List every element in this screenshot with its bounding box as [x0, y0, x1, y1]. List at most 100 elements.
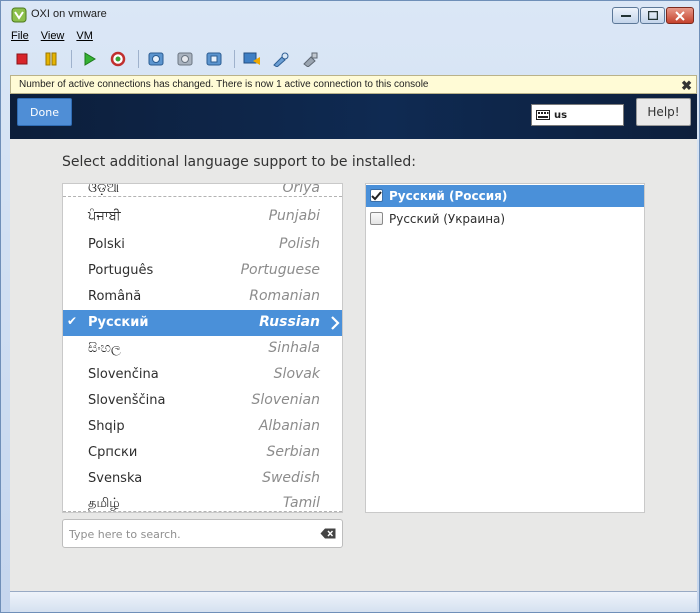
checkmark-icon: [371, 190, 382, 200]
window-title: OXI on vmware: [31, 8, 107, 20]
chevron-right-icon: [331, 316, 340, 330]
keyboard-layout-indicator[interactable]: us: [531, 104, 624, 126]
language-search-box[interactable]: [62, 519, 343, 548]
reset-button[interactable]: [107, 48, 129, 70]
pause-button[interactable]: [40, 48, 62, 70]
revert-snapshot-icon: [177, 52, 193, 66]
menu-bar: File View VM: [9, 28, 95, 46]
language-english-name: Sinhala: [268, 340, 320, 356]
language-native-name: Română: [88, 289, 142, 304]
stop-button[interactable]: [11, 48, 33, 70]
language-native-name: ਪੰਜਾਬੀ: [88, 209, 121, 224]
guest-console-screen[interactable]: Done us Help! Select additional language…: [10, 94, 697, 591]
stop-icon: [16, 53, 28, 65]
locale-checkbox[interactable]: [370, 212, 383, 225]
list-item[interactable]: தமிழ் Tamil: [63, 491, 342, 512]
maximize-icon: [647, 11, 658, 20]
minimize-button[interactable]: [612, 7, 639, 24]
menu-file[interactable]: File: [9, 28, 31, 46]
language-native-name: Русский: [88, 315, 149, 330]
language-english-name: Slovenian: [251, 392, 320, 408]
check-icon: ✔: [67, 314, 78, 328]
language-english-name: Swedish: [262, 470, 320, 486]
connection-notice: Number of active connections has changed…: [10, 75, 697, 94]
language-native-name: Português: [88, 263, 154, 278]
locale-label: Русский (Россия): [389, 189, 508, 203]
list-item[interactable]: Svenska Swedish: [63, 466, 342, 492]
vmware-app-icon: [11, 7, 27, 23]
search-input[interactable]: [69, 525, 309, 543]
minimize-icon: [620, 14, 631, 17]
snapshot-icon: [148, 52, 164, 66]
language-english-name: Romanian: [249, 288, 320, 304]
menu-vm[interactable]: VM: [74, 28, 95, 46]
installer-header: Done us Help!: [10, 94, 697, 139]
play-button[interactable]: [78, 48, 100, 70]
tools-icon: [273, 52, 289, 67]
clear-search-icon[interactable]: [320, 528, 336, 539]
language-english-name: Albanian: [258, 418, 320, 434]
list-item[interactable]: Português Portuguese: [63, 258, 342, 284]
list-item[interactable]: Shqip Albanian: [63, 414, 342, 440]
close-icon: [675, 10, 685, 21]
language-native-name: Polski: [88, 237, 125, 252]
language-english-name: Polish: [279, 236, 320, 252]
list-item[interactable]: Polski Polish: [63, 232, 342, 258]
locale-checkbox[interactable]: [370, 189, 383, 202]
list-item[interactable]: ଓଡ଼ିଆ Oriya: [63, 183, 342, 202]
toolbar-separator: [234, 50, 235, 68]
tools-button[interactable]: [270, 48, 292, 70]
language-list[interactable]: ଓଡ଼ିଆ Oriya ਪੰਜਾਬੀ Punjabi Polski Polish…: [62, 183, 343, 513]
locale-item[interactable]: Русский (Украина): [366, 208, 644, 230]
list-item[interactable]: සිංහල Sinhala: [63, 336, 342, 362]
pause-icon: [45, 52, 57, 66]
close-button[interactable]: [666, 7, 694, 24]
console-settings-button[interactable]: [241, 48, 263, 70]
status-bar: [10, 591, 697, 612]
keyboard-icon: [536, 110, 550, 120]
list-item-selected[interactable]: ✔ Русский Russian: [63, 310, 342, 336]
language-english-name: Oriya: [282, 183, 320, 196]
scroll-edge-divider: [63, 511, 342, 512]
maximize-button[interactable]: [640, 7, 665, 24]
snapshot-button[interactable]: [145, 48, 167, 70]
locale-item-selected[interactable]: Русский (Россия): [366, 185, 644, 207]
console-settings-icon: [243, 52, 260, 65]
list-item[interactable]: Српски Serbian: [63, 440, 342, 466]
notice-text: Number of active connections has changed…: [19, 79, 429, 90]
revert-snapshot-button[interactable]: [174, 48, 196, 70]
locale-label: Русский (Украина): [389, 212, 506, 226]
send-keys-icon: [303, 52, 318, 67]
list-item[interactable]: Română Romanian: [63, 284, 342, 310]
send-keys-button[interactable]: [299, 48, 321, 70]
language-native-name: සිංහල: [88, 341, 121, 356]
language-native-name: Shqip: [88, 419, 125, 434]
language-english-name: Serbian: [266, 444, 320, 460]
language-native-name: ଓଡ଼ିଆ: [88, 183, 120, 196]
language-support-prompt: Select additional language support to be…: [62, 154, 417, 170]
language-native-name: Српски: [88, 445, 138, 460]
language-english-name: Punjabi: [268, 208, 320, 224]
help-button[interactable]: Help!: [636, 98, 691, 126]
toolbar-separator: [138, 50, 139, 68]
menu-view[interactable]: View: [39, 28, 67, 46]
reset-icon: [110, 51, 126, 67]
manage-snapshots-icon: [206, 52, 222, 66]
toolbar: [11, 48, 328, 70]
manage-snapshots-button[interactable]: [203, 48, 225, 70]
scroll-edge-divider: [63, 196, 342, 197]
title-bar[interactable]: OXI on vmware: [1, 1, 699, 28]
language-english-name: Russian: [259, 314, 320, 330]
list-item[interactable]: Slovenčina Slovak: [63, 362, 342, 388]
notice-close-icon[interactable]: ✖: [681, 78, 692, 94]
language-native-name: Slovenčina: [88, 367, 159, 382]
play-icon: [84, 52, 96, 66]
list-item[interactable]: ਪੰਜਾਬੀ Punjabi: [63, 204, 342, 230]
toolbar-separator: [71, 50, 72, 68]
language-native-name: தமிழ்: [88, 496, 120, 511]
list-item[interactable]: Slovenščina Slovenian: [63, 388, 342, 414]
keyboard-layout-label: us: [554, 109, 568, 121]
done-button[interactable]: Done: [17, 98, 72, 126]
language-english-name: Slovak: [273, 366, 320, 382]
locale-list[interactable]: Русский (Россия) Русский (Украина): [365, 183, 645, 513]
